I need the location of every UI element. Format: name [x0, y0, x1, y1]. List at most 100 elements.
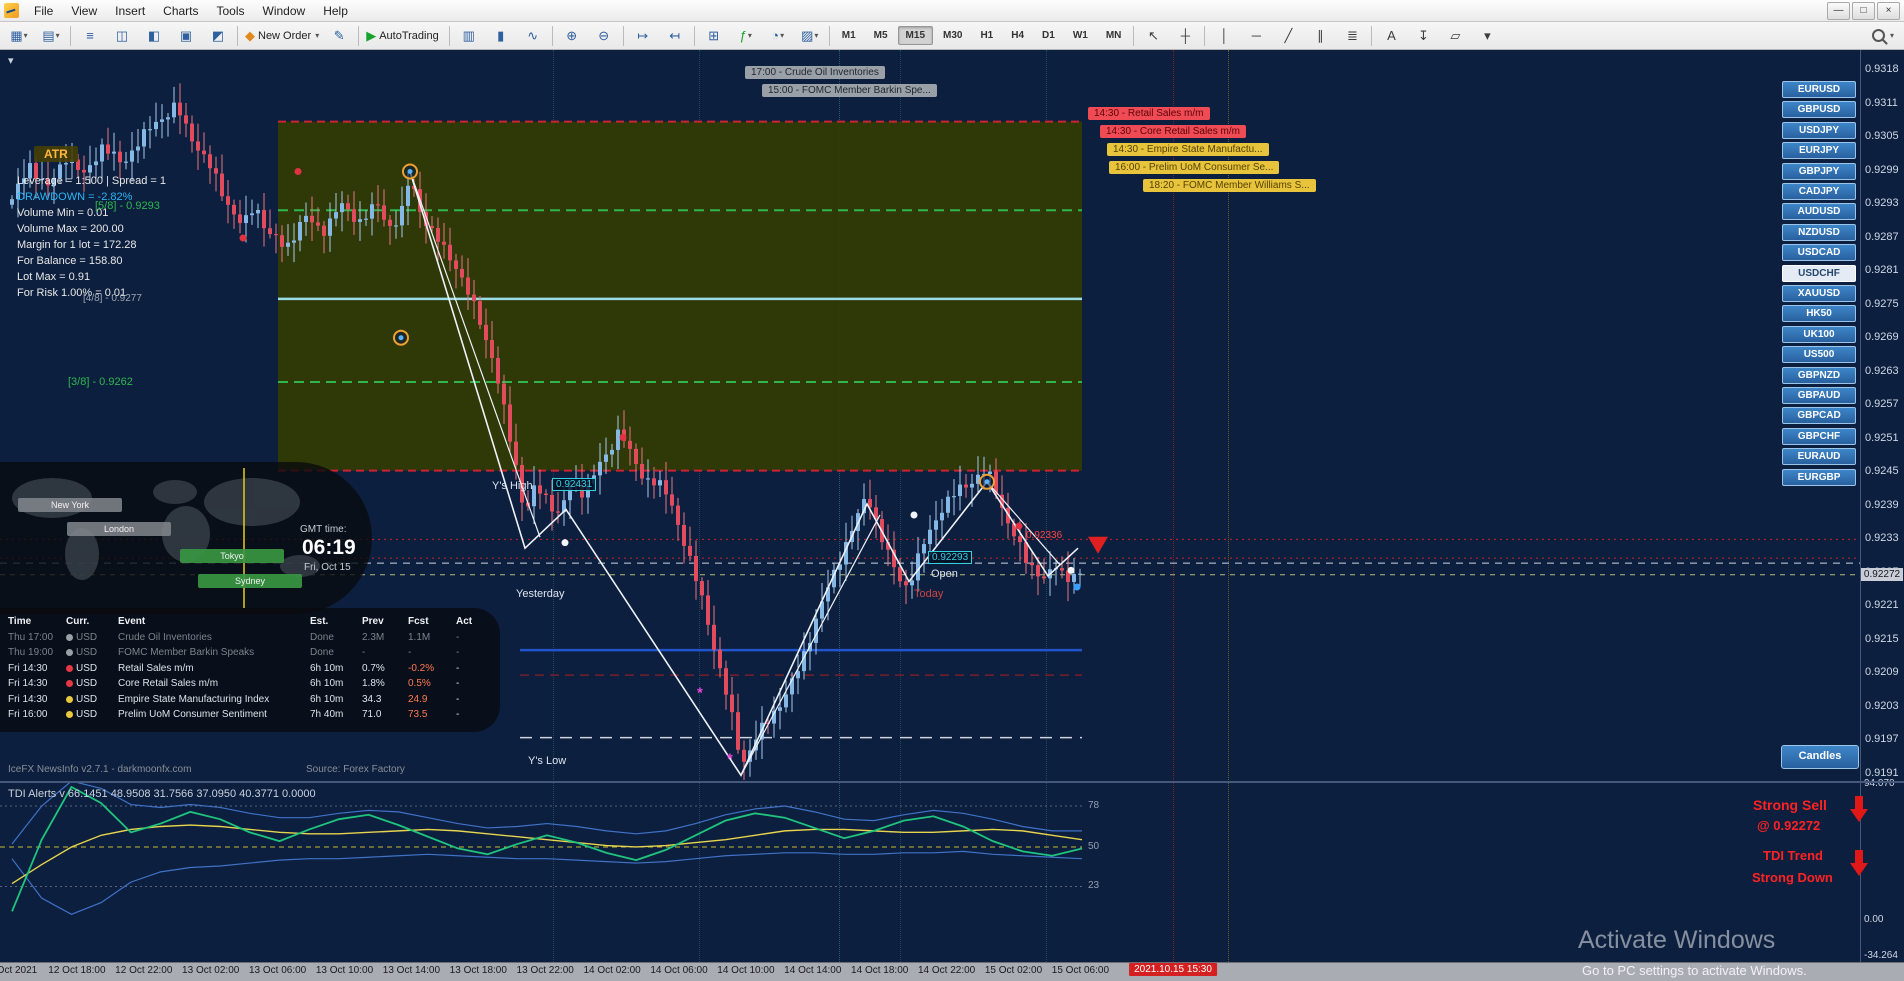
cursor-button[interactable]: ↖	[1138, 24, 1168, 48]
text-button[interactable]: A	[1376, 24, 1406, 48]
menu-file[interactable]: File	[25, 2, 62, 20]
symbol-button-eurusd[interactable]: EURUSD	[1782, 81, 1856, 98]
news-col-est: Est.	[310, 616, 329, 628]
horizontal-line-button[interactable]: ─	[1241, 24, 1271, 48]
crosshair-button[interactable]: ┼	[1170, 24, 1200, 48]
market-watch-button[interactable]: ≡	[75, 24, 105, 48]
symbol-button-xauusd[interactable]: XAUUSD	[1782, 285, 1856, 302]
impact-icon	[66, 680, 73, 688]
strategy-tester-button[interactable]: ◩	[203, 24, 233, 48]
symbol-button-euraud[interactable]: EURAUD	[1782, 448, 1856, 466]
zoom-in-button[interactable]: ⊕	[557, 24, 587, 48]
menu-help[interactable]: Help	[314, 2, 357, 20]
signal-strong-down: Strong Down	[1752, 870, 1833, 885]
indicators-button[interactable]: ƒ ▾	[731, 24, 761, 48]
timeframe-h1[interactable]: H1	[972, 26, 1001, 45]
symbol-button-usdchf[interactable]: USDCHF	[1782, 264, 1856, 282]
time-tick: 13 Oct 22:00	[516, 965, 574, 976]
timeframe-m15[interactable]: M15	[897, 26, 933, 45]
arrange-windows-button[interactable]: ⊞	[699, 24, 729, 48]
menu-charts[interactable]: Charts	[154, 2, 207, 20]
symbol-button-nzdusd[interactable]: NZDUSD	[1782, 223, 1856, 241]
one-click-trading-icon[interactable]	[8, 54, 14, 67]
channel-button[interactable]: ∥	[1305, 24, 1335, 48]
news-est: 6h 10m	[310, 662, 344, 674]
chart-line-button[interactable]: ∿	[518, 24, 548, 48]
dropdown-arrow-icon: ▾	[55, 31, 60, 40]
tdi-level-50: 50	[1088, 840, 1100, 852]
shapes-button[interactable]: ▱	[1440, 24, 1470, 48]
new-order-button[interactable]: ◆ New Order ▾	[242, 24, 322, 48]
news-est: Done	[310, 647, 334, 659]
news-flag-core-retail: 14:30 - Core Retail Sales m/m	[1100, 125, 1246, 138]
symbol-search[interactable]: ▾	[1871, 29, 1904, 42]
toolbar-separator	[70, 25, 71, 46]
templates-button[interactable]: ▨ ▾	[795, 24, 825, 48]
auto-scroll-icon: ↦	[637, 28, 649, 43]
shapes-icon: ▱	[1450, 28, 1461, 43]
symbol-button-eurgbp[interactable]: EURGBP	[1782, 468, 1856, 486]
terminal-button[interactable]: ▣	[171, 24, 201, 48]
impact-icon	[66, 695, 73, 703]
symbol-button-uk100[interactable]: UK100	[1782, 325, 1856, 343]
fibonacci-button[interactable]: ≣	[1337, 24, 1367, 48]
profiles-button[interactable]: ▤ ▾	[36, 24, 66, 48]
symbol-button-gbpcad[interactable]: GBPCAD	[1782, 407, 1856, 425]
timeframe-mn[interactable]: MN	[1098, 26, 1130, 45]
zoom-out-button[interactable]: ⊖	[589, 24, 619, 48]
vertical-line-button[interactable]: │	[1209, 24, 1239, 48]
timeframe-m30[interactable]: M30	[935, 26, 970, 45]
symbol-button-cadjpy[interactable]: CADJPY	[1782, 183, 1856, 200]
chart-candles-button[interactable]: ▮	[486, 24, 516, 48]
timeframe-m5[interactable]: M5	[866, 26, 896, 45]
timeframe-m1[interactable]: M1	[834, 26, 864, 45]
symbol-button-gbpchf[interactable]: GBPCHF	[1782, 427, 1856, 445]
timeframe-w1[interactable]: W1	[1065, 26, 1096, 45]
navigator-button[interactable]: ◧	[139, 24, 169, 48]
close-button[interactable]: ×	[1877, 1, 1900, 20]
periods-button[interactable]: ◔ ▾	[763, 24, 793, 48]
symbol-button-audusd[interactable]: AUDUSD	[1782, 203, 1856, 221]
timeframe-h4[interactable]: H4	[1003, 26, 1032, 45]
menu-window[interactable]: Window	[254, 2, 315, 20]
impact-icon	[66, 649, 73, 657]
panel-divider[interactable]	[0, 781, 1904, 783]
time-tick: 12 Oct 22:00	[115, 965, 173, 976]
chart-bars-button[interactable]: ▥	[454, 24, 484, 48]
data-window-button[interactable]: ◫	[107, 24, 137, 48]
minimize-button[interactable]: —	[1827, 1, 1850, 20]
symbol-button-hk50[interactable]: HK50	[1782, 305, 1856, 323]
toolbar: ▦ ▾ ▤ ▾ ≡ ◫ ◧ ▣ ◩ ◆ New Order ▾ ✎ ▶ AutoTrading ▥ ▮ ∿ ⊕ ⊖ ↦ ↤…	[0, 22, 1904, 50]
news-currency: USD	[66, 709, 118, 720]
menu-view[interactable]: View	[62, 2, 106, 20]
symbol-button-gbpjpy[interactable]: GBPJPY	[1782, 162, 1856, 180]
timeframe-d1[interactable]: D1	[1034, 26, 1063, 45]
price-tick: 0.9287	[1865, 230, 1899, 243]
symbol-button-eurjpy[interactable]: EURJPY	[1782, 142, 1856, 160]
symbol-button-gbpusd[interactable]: GBPUSD	[1782, 101, 1856, 119]
symbol-button-gbpaud[interactable]: GBPAUD	[1782, 387, 1856, 404]
symbol-button-usdjpy[interactable]: USDJPY	[1782, 121, 1856, 139]
news-col-act: Act	[456, 616, 473, 628]
restore-button[interactable]: □	[1852, 1, 1875, 20]
menu-insert[interactable]: Insert	[106, 2, 154, 20]
price-tick: 0.9233	[1865, 532, 1899, 544]
menu-tools[interactable]: Tools	[208, 2, 254, 20]
new-chart-button[interactable]: ▦ ▾	[4, 24, 34, 48]
autotrading-button-label: AutoTrading	[379, 29, 439, 42]
price-tick: 0.9239	[1865, 498, 1899, 511]
impact-icon	[66, 664, 73, 672]
metaeditor-button[interactable]: ✎	[324, 24, 354, 48]
autotrading-button[interactable]: ▶ AutoTrading	[363, 24, 445, 48]
symbol-button-us500[interactable]: US500	[1782, 346, 1856, 364]
symbol-button-usdcad[interactable]: USDCAD	[1782, 244, 1856, 262]
indicators-icon: ƒ	[739, 28, 747, 43]
more-tools-button[interactable]: ▾	[1472, 24, 1502, 48]
symbol-button-gbpnzd[interactable]: GBPNZD	[1782, 366, 1856, 384]
toolbar-separator	[551, 25, 553, 46]
candles-button[interactable]: Candles	[1781, 745, 1859, 769]
chart-shift-button[interactable]: ↤	[660, 24, 690, 48]
auto-scroll-button[interactable]: ↦	[628, 24, 658, 48]
trendline-button[interactable]: ╱	[1273, 24, 1303, 48]
arrows-button[interactable]: ↧	[1408, 24, 1438, 48]
